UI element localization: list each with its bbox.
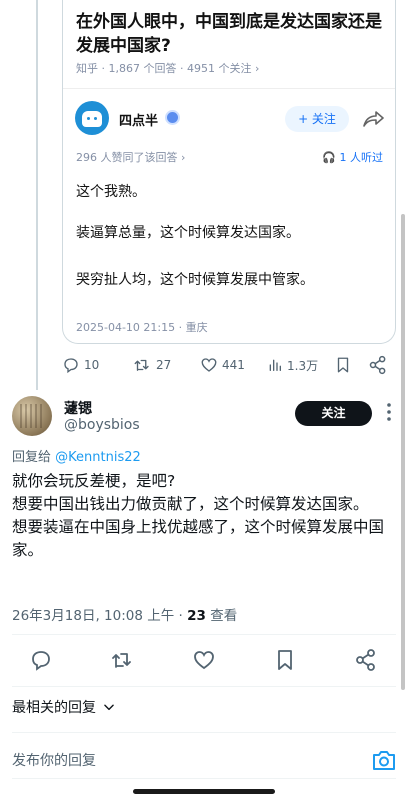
analytics-icon [269, 359, 281, 371]
share-arrow-icon [363, 111, 384, 127]
share-icon[interactable] [354, 648, 378, 672]
answer-paragraph: 装逼算总量，这个时候算发达国家。 [76, 225, 300, 241]
repost-icon [134, 359, 149, 371]
sort-replies-dropdown[interactable]: 最相关的回复 [12, 697, 116, 717]
author-name: 四点半 [119, 114, 159, 129]
reply-action-bar [0, 646, 408, 674]
author-avatar [75, 101, 109, 135]
verified-badge-icon [165, 110, 180, 125]
answer-paragraph: 这个我熟。 [76, 184, 146, 200]
answer-panel: 四点半 + 关注 296 人赞同了该回答 › 🎧 1 人听过 这个我熟。 装逼算… [63, 88, 395, 343]
views-action[interactable]: 1.3万 [267, 352, 318, 378]
question-title: 在外国人眼中，中国到底是发达国家还是发展中国家? [76, 12, 382, 56]
heart-icon[interactable] [192, 648, 216, 672]
camera-icon[interactable] [372, 749, 396, 771]
user-handle[interactable]: @boysbios [64, 417, 140, 433]
display-name[interactable]: 蘧锶 [64, 398, 92, 418]
bookmark-icon[interactable] [273, 648, 297, 672]
divider [12, 778, 396, 779]
reply-action[interactable]: 10 [62, 352, 99, 378]
thread-line [36, 0, 38, 390]
divider [12, 686, 396, 687]
zhihu-follow-button: + 关注 [285, 106, 349, 132]
divider [12, 732, 396, 733]
agree-count: 296 人赞同了该回答 › [76, 151, 186, 164]
follow-button[interactable]: 关注 [295, 401, 372, 426]
question-meta: 知乎 · 1,867 个回答 · 4951 个关注 › [76, 62, 260, 75]
home-indicator[interactable] [133, 789, 275, 794]
scrollbar[interactable] [401, 214, 405, 690]
headphones-icon: 🎧 [322, 151, 336, 164]
reply-line: 想要装逼在中国身上找优越感了，这个时候算发展中国家。 [12, 518, 385, 559]
share-icon[interactable] [368, 355, 388, 375]
avatar[interactable] [12, 396, 52, 436]
reply-text: 就你会玩反差梗，是吧? 想要中国出钱出力做贡献了，这个时候算发达国家。 想要装逼… [12, 470, 396, 562]
replying-to: 回复给 @Kenntnis22 [12, 450, 141, 465]
reply-timestamp: 26年3月18日, 10:08 上午 · 23 查看 [12, 608, 238, 624]
repost-icon[interactable] [110, 648, 134, 672]
heart-icon [201, 358, 217, 372]
view-count[interactable]: 23 [187, 608, 206, 624]
mention-link[interactable]: @Kenntnis22 [55, 450, 141, 465]
reply-line: 想要中国出钱出力做贡献了，这个时候算发达国家。 [12, 495, 369, 513]
divider [12, 634, 396, 635]
reply-line: 就你会玩反差梗，是吧? [12, 472, 176, 490]
quoted-action-bar: 10 27 441 1.3万 [62, 352, 396, 378]
more-options-icon[interactable] [380, 400, 398, 424]
answer-date: 2025-04-10 21:15 · 重庆 [76, 321, 208, 334]
reply-icon [64, 358, 78, 374]
listen-count: 🎧 1 人听过 [322, 151, 383, 164]
reply-compose-input[interactable]: 发布你的回复 [12, 750, 96, 770]
bookmark-icon[interactable] [334, 355, 352, 375]
repost-action[interactable]: 27 [132, 352, 171, 378]
answer-paragraph: 哭穷扯人均，这个时候算发展中管家。 [76, 272, 314, 288]
chevron-down-icon [104, 704, 114, 711]
quoted-post-card[interactable]: 在外国人眼中，中国到底是发达国家还是发展中国家? 知乎 · 1,867 个回答 … [62, 0, 396, 344]
reply-icon[interactable] [29, 648, 53, 672]
like-action[interactable]: 441 [200, 352, 245, 378]
